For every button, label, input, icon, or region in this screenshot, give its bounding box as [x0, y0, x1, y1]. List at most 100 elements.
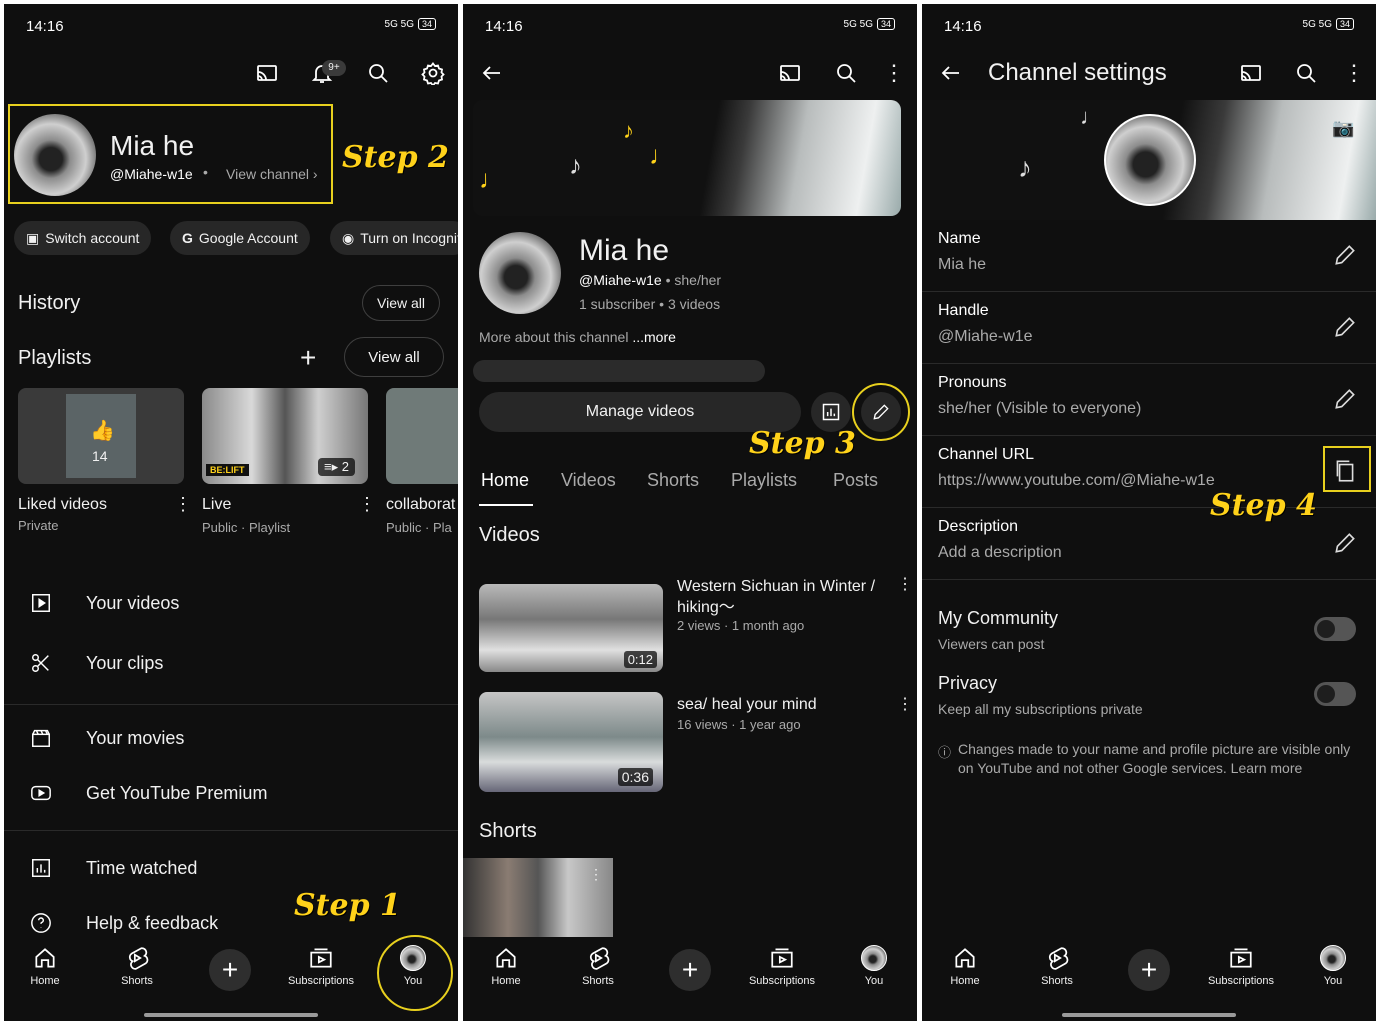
community-toggle[interactable] [1314, 617, 1356, 641]
live-playlist-thumbnail[interactable]: BE:LIFT ≡▸ 2 [202, 388, 368, 484]
playlist-title[interactable]: Liked videos [18, 496, 107, 514]
channel-stats: 1 subscriber • 3 videos [579, 296, 721, 312]
history-title: History [18, 292, 81, 314]
google-account-chip[interactable]: G Google Account [170, 221, 310, 255]
history-view-all-button[interactable]: View all [362, 285, 440, 321]
pencil-icon[interactable] [1332, 530, 1358, 556]
shorts-icon [128, 947, 149, 970]
belift-logo: BE:LIFT [206, 464, 249, 476]
menu-your-movies[interactable]: Your movies [28, 725, 184, 751]
more-vert-icon[interactable]: ⋮ [1339, 58, 1369, 88]
tab-videos[interactable]: Videos [561, 470, 616, 491]
you-avatar-icon [1320, 945, 1346, 971]
divider [4, 830, 458, 831]
more-vert-icon[interactable]: ⋮ [879, 58, 909, 88]
youtube-icon [28, 780, 54, 806]
liked-count: 14 [92, 448, 108, 464]
step1-highlight [377, 935, 453, 1011]
shorts-section-title: Shorts [479, 820, 537, 842]
nav-subscriptions[interactable]: Subscriptions [276, 945, 366, 987]
battery-icon: 34 [1335, 18, 1354, 30]
status-icons: 5G 5G 34 [1303, 18, 1354, 30]
create-button[interactable]: + [1128, 949, 1170, 991]
liked-videos-thumbnail[interactable]: 👍 14 [18, 388, 184, 484]
nav-home[interactable]: Home [4, 945, 90, 987]
switch-account-chip[interactable]: ▣ Switch account [14, 221, 152, 255]
setting-value: Add a description [938, 544, 1062, 561]
search-icon[interactable] [1291, 58, 1321, 88]
menu-youtube-premium[interactable]: Get YouTube Premium [28, 780, 267, 806]
page-title: Channel settings [988, 59, 1167, 86]
channel-settings-screen: 14:16 5G 5G 34 Channel settings ⋮ ♪ ♩ 📷 N… [922, 4, 1376, 1021]
tab-shorts[interactable]: Shorts [647, 470, 699, 491]
video-meta: 16 views · 1 year ago [677, 717, 801, 732]
video-title[interactable]: sea/ heal your mind [677, 696, 887, 714]
more-vert-icon[interactable]: ⋮ [358, 494, 376, 515]
channel-name: Mia he [579, 234, 670, 267]
channel-links-blurred [473, 360, 765, 382]
privacy-toggle[interactable] [1314, 682, 1356, 706]
nav-shorts[interactable]: Shorts [92, 945, 182, 987]
add-playlist-icon[interactable]: + [300, 342, 316, 374]
setting-pronouns-row[interactable]: Pronouns she/her (Visible to everyone) [922, 364, 1376, 436]
pencil-icon[interactable] [1332, 386, 1358, 412]
playlist-title[interactable]: Live [202, 496, 231, 514]
playlist-title[interactable]: collaborat [386, 496, 455, 514]
nav-you[interactable]: You [1288, 945, 1376, 987]
cast-icon[interactable] [1236, 58, 1266, 88]
menu-your-videos[interactable]: Your videos [28, 590, 179, 616]
playlists-view-all-button[interactable]: View all [344, 337, 444, 377]
community-label: My Community [938, 608, 1059, 628]
back-arrow-icon[interactable] [936, 58, 966, 88]
music-note-icon: ♩ [1080, 104, 1102, 129]
status-icons: 5G 5G 34 [844, 18, 895, 30]
back-arrow-icon[interactable] [477, 58, 507, 88]
video-title[interactable]: Western Sichuan in Winter / hiking～ [677, 576, 887, 618]
channel-handle: @Miahe-w1e • she/her [579, 272, 722, 288]
nav-home[interactable]: Home [463, 945, 551, 987]
cast-icon[interactable] [775, 58, 805, 88]
setting-handle-row[interactable]: Handle @Miahe-w1e [922, 292, 1376, 364]
menu-time-watched[interactable]: Time watched [28, 855, 197, 881]
tab-posts[interactable]: Posts [833, 470, 878, 491]
playlist-count-badge: ≡▸ 2 [318, 458, 355, 476]
collab-playlist-thumbnail[interactable] [386, 388, 458, 484]
create-button[interactable]: + [209, 949, 251, 991]
profile-picture-edit[interactable] [1104, 114, 1196, 206]
nav-home[interactable]: Home [922, 945, 1010, 987]
notification-badge: 9+ [322, 60, 346, 76]
search-icon[interactable] [831, 58, 861, 88]
pencil-icon[interactable] [1332, 314, 1358, 340]
video-thumbnail[interactable]: 0:12 [479, 584, 663, 672]
more-vert-icon[interactable]: ⋮ [174, 494, 192, 515]
search-icon[interactable] [363, 58, 393, 88]
setting-description-row[interactable]: Description Add a description [922, 508, 1376, 580]
nav-subscriptions[interactable]: Subscriptions [737, 945, 827, 987]
bottom-nav: Home Shorts + Subscriptions You [463, 937, 917, 1021]
tab-home[interactable]: Home [481, 470, 529, 491]
incognito-chip[interactable]: ◉ Turn on Incognito [330, 221, 458, 255]
more-vert-icon[interactable]: ⋮ [897, 574, 913, 594]
play-square-icon [28, 590, 54, 616]
nav-shorts[interactable]: Shorts [553, 945, 643, 987]
tab-playlists[interactable]: Playlists [731, 470, 797, 491]
nav-subscriptions[interactable]: Subscriptions [1196, 945, 1286, 987]
status-icons: 5G 5G 34 [385, 18, 436, 30]
menu-your-clips[interactable]: Your clips [28, 650, 163, 676]
pencil-icon[interactable] [1332, 242, 1358, 268]
playlist-meta: Private [18, 518, 59, 533]
video-thumbnail[interactable]: 0:36 [479, 692, 663, 792]
gear-icon[interactable] [418, 58, 448, 88]
about-channel-link[interactable]: More about this channel ...more [479, 329, 676, 345]
nav-shorts[interactable]: Shorts [1012, 945, 1102, 987]
cast-icon[interactable] [252, 58, 282, 88]
info-icon: ⓘ [938, 745, 952, 760]
menu-help-feedback[interactable]: Help & feedback [28, 910, 218, 936]
home-icon [35, 948, 55, 968]
more-vert-icon[interactable]: ⋮ [897, 694, 913, 714]
scissors-icon [28, 650, 54, 676]
create-button[interactable]: + [669, 949, 711, 991]
subscriptions-icon [1230, 948, 1252, 968]
nav-you[interactable]: You [829, 945, 917, 987]
setting-name-row[interactable]: Name Mia he [922, 220, 1376, 292]
